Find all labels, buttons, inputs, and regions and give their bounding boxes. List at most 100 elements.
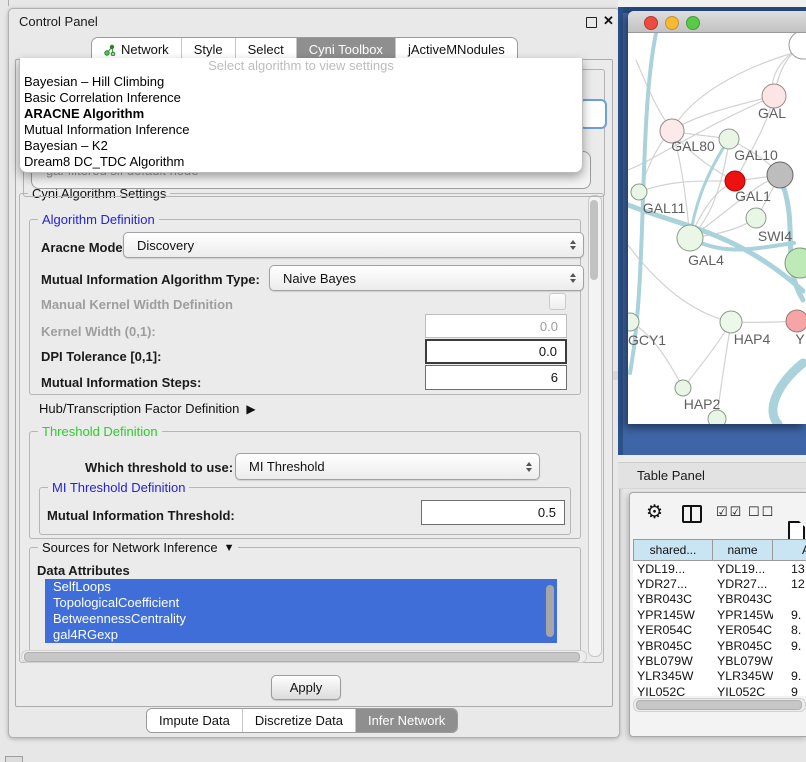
apply-button[interactable]: Apply — [271, 675, 341, 700]
algorithm-option-basic-correlation-inference[interactable]: Basic Correlation Inference — [20, 90, 582, 106]
table-row[interactable]: YLR345WYLR345W9. — [633, 669, 806, 684]
network-node — [720, 311, 742, 333]
minimize-traffic-light-icon[interactable] — [665, 16, 679, 30]
node-label-gal1: GAL1 — [735, 188, 771, 204]
zoom-traffic-light-icon[interactable] — [686, 16, 700, 30]
algorithm-option-bayesian-hill-climbing[interactable]: Bayesian – Hill Climbing — [20, 74, 582, 90]
which-threshold-combo[interactable]: MI Threshold — [235, 453, 540, 480]
node-label-swi4: SWI4 — [758, 228, 792, 244]
network-node — [628, 313, 639, 331]
aracne-mode-label: Aracne Mode: — [41, 240, 127, 255]
aracne-mode-combo[interactable]: Discovery — [123, 232, 584, 258]
sources-title-row[interactable]: Sources for Network Inference ▼ — [38, 540, 238, 555]
algorithm-dropdown-popup: Select algorithm to view settings Bayesi… — [19, 58, 583, 173]
attribute-item-selfloops[interactable]: SelfLoops — [45, 579, 557, 595]
network-view-window: GAL80GAL10GAL1GAL11SWI4GAL4GCY1HAP4YHAP2… — [628, 11, 806, 424]
float-window-icon[interactable] — [586, 17, 597, 28]
mi-threshold-field[interactable]: 0.5 — [421, 500, 565, 525]
table-cell: YDL19... — [713, 561, 773, 576]
network-node — [786, 310, 806, 332]
data-attributes-label: Data Attributes — [37, 563, 130, 578]
control-panel-window: Control Panel ✕ NetworkStyleSelectCyni T… — [8, 8, 620, 738]
table-row[interactable]: YBR043CYBR043C — [633, 592, 806, 607]
tab-impute-data[interactable]: Impute Data — [147, 709, 242, 732]
dpi-tolerance-label: DPI Tolerance [0,1]: — [41, 349, 161, 364]
table-cell: 9. — [773, 638, 806, 653]
threshold-definition-title: Threshold Definition — [38, 424, 162, 439]
algorithm-option-bayesian-k2[interactable]: Bayesian – K2 — [20, 138, 582, 154]
close-icon[interactable]: ✕ — [603, 13, 614, 29]
network-edge — [690, 175, 780, 238]
table-cell: 9. — [773, 669, 806, 684]
kernel-width-field[interactable]: 0.0 — [425, 314, 567, 338]
mi-steps-value: 6 — [551, 370, 558, 385]
attr-list-vscroll-thumb[interactable] — [546, 585, 554, 637]
table-panel-window: ⚙ ☑☑ ☐☐ shared...nameAYDL19...YDL19...13… — [629, 492, 806, 737]
settings-vertical-scrollbar[interactable] — [588, 195, 602, 657]
mi-steps-field[interactable]: 6 — [425, 365, 567, 390]
mi-type-combo[interactable]: Naive Bayes — [269, 265, 584, 291]
settings-horizontal-scrollbar[interactable] — [21, 650, 587, 663]
column-header-name[interactable]: name — [713, 539, 773, 561]
unchecked-boxes-icon[interactable]: ☐☐ — [748, 504, 775, 520]
algorithm-option-mutual-information-inference[interactable]: Mutual Information Inference — [20, 122, 582, 138]
network-edge — [690, 218, 756, 238]
node-label-hap2: HAP2 — [684, 396, 721, 412]
node-label-gal10: GAL10 — [734, 147, 778, 163]
close-traffic-light-icon[interactable] — [644, 16, 658, 30]
algorithm-option-dream8-dc-tdc-algorithm[interactable]: Dream8 DC_TDC Algorithm — [20, 154, 582, 170]
column-header-a[interactable]: A — [773, 539, 806, 561]
network-edge — [672, 96, 774, 131]
table-row[interactable]: YIL052CYIL052C9 — [633, 684, 806, 696]
table-row[interactable]: YBL079WYBL079W — [633, 653, 806, 668]
algorithm-option-aracne-algorithm[interactable]: ARACNE Algorithm — [20, 106, 582, 122]
gear-icon[interactable]: ⚙ — [646, 503, 663, 522]
attribute-item-betweennesscentrality[interactable]: BetweennessCentrality — [45, 611, 557, 627]
algorithm-combo-focused-button[interactable] — [579, 99, 607, 129]
network-node — [708, 410, 726, 424]
table-row[interactable]: YDR27...YDR27...12 — [633, 576, 806, 591]
aracne-mode-value: Discovery — [137, 238, 194, 253]
table-cell: YBL079W — [713, 653, 773, 668]
settings-vscroll-thumb[interactable] — [590, 200, 598, 280]
table-row[interactable]: YDL19...YDL19...13 — [633, 561, 806, 576]
table-cell: YER054C — [633, 623, 713, 638]
mi-threshold-label: Mutual Information Threshold: — [47, 508, 235, 523]
spinner-arrows-icon — [526, 462, 532, 472]
table-row[interactable]: YBR045CYBR045C9. — [633, 638, 806, 653]
manual-kernel-label: Manual Kernel Width Definition — [41, 297, 233, 312]
table-cell: 9 — [773, 684, 806, 696]
table-cell: YBL079W — [633, 653, 713, 668]
network-node — [719, 129, 739, 149]
table-horizontal-scrollbar[interactable] — [633, 698, 806, 712]
hub-definition-expander[interactable]: Hub/Transcription Factor Definition ▶ — [39, 401, 256, 416]
dpi-tolerance-field[interactable]: 0.0 — [425, 339, 567, 364]
network-edge — [672, 131, 690, 238]
table-cell: YLR345W — [713, 669, 773, 684]
network-window-titlebar[interactable] — [628, 11, 806, 33]
tab-discretize-data[interactable]: Discretize Data — [242, 709, 355, 732]
tab-infer-network[interactable]: Infer Network — [355, 709, 457, 732]
network-edge-highlight — [690, 238, 794, 250]
table-row[interactable]: YER054CYER054C8. — [633, 623, 806, 638]
table-hscroll-thumb[interactable] — [636, 700, 802, 710]
table-cell: YER054C — [713, 623, 773, 638]
settings-hscroll-thumb[interactable] — [24, 652, 580, 662]
network-edge — [639, 131, 672, 192]
attribute-item-gal4rgexp[interactable]: gal4RGexp — [45, 627, 557, 643]
network-edge — [729, 139, 780, 175]
network-canvas[interactable]: GAL80GAL10GAL1GAL11SWI4GAL4GCY1HAP4YHAP2… — [628, 33, 806, 424]
columns-icon[interactable] — [682, 505, 702, 523]
table-cell: YDR27... — [713, 576, 773, 591]
table-cell: 13 — [773, 561, 806, 576]
manual-kernel-checkbox[interactable] — [549, 293, 566, 310]
column-header-shared[interactable]: shared... — [633, 539, 713, 561]
network-edge — [672, 131, 735, 181]
attribute-item-topologicalcoefficient[interactable]: TopologicalCoefficient — [45, 595, 557, 611]
network-edge — [628, 245, 731, 322]
table-cell: YDL19... — [633, 561, 713, 576]
checked-boxes-icon[interactable]: ☑☑ — [716, 504, 743, 520]
minimized-window-icon[interactable] — [5, 756, 23, 762]
table-panel-divider — [618, 455, 806, 462]
table-row[interactable]: YPR145WYPR145W9. — [633, 607, 806, 622]
